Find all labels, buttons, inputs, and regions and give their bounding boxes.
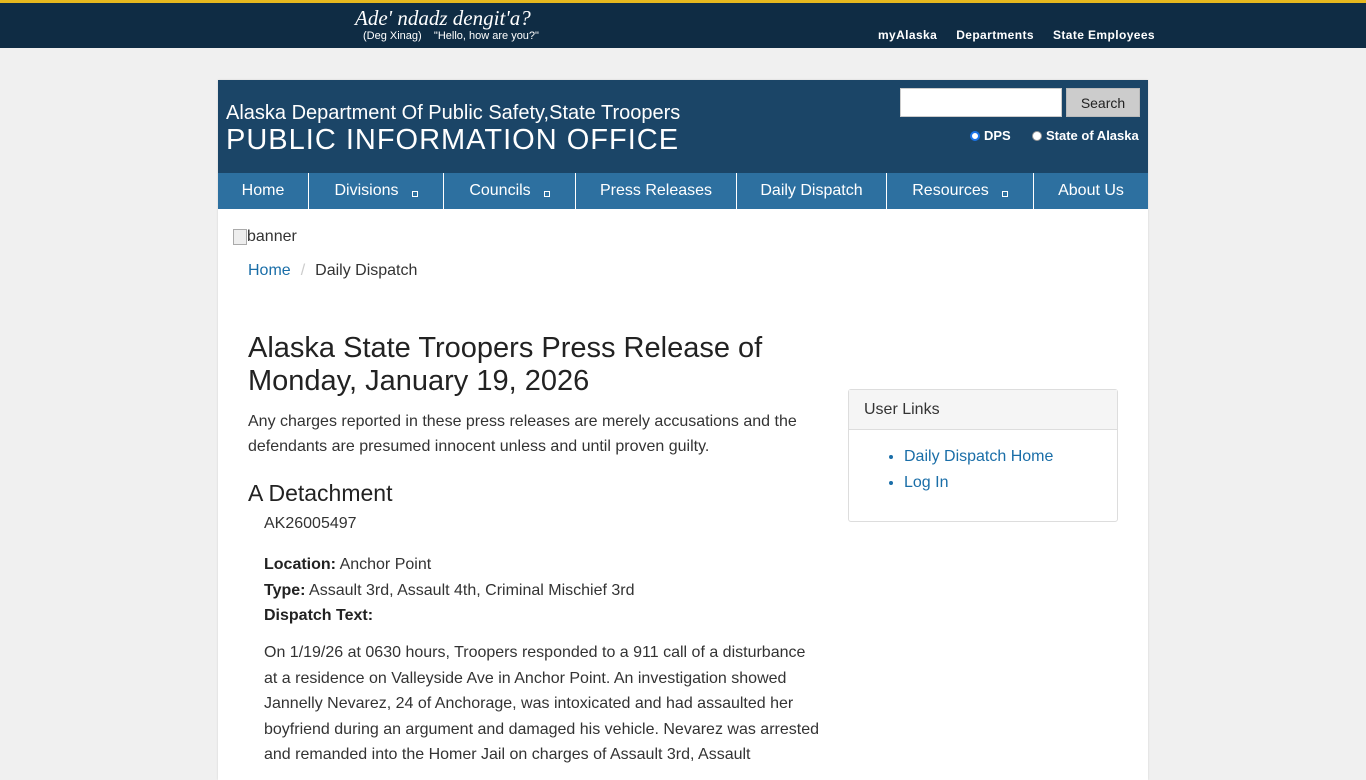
nav-press-releases[interactable]: Press Releases xyxy=(576,173,737,209)
nav-councils-label: Councils xyxy=(469,182,531,199)
list-item: Daily Dispatch Home xyxy=(904,444,1117,470)
nav-divisions[interactable]: Divisions xyxy=(309,173,444,209)
search-input[interactable] xyxy=(900,88,1062,117)
location-field: Location: Anchor Point xyxy=(264,556,431,574)
broken-image-icon xyxy=(233,229,247,245)
dispatch-text-label: Dispatch Text: xyxy=(264,607,374,624)
greeting-text: Ade' ndadz dengit'a? xyxy=(355,6,531,30)
nav-daily-dispatch-label: Daily Dispatch xyxy=(760,182,863,199)
nav-press-releases-label: Press Releases xyxy=(599,182,713,199)
department-name: Alaska Department Of Public Safety,State… xyxy=(226,102,681,124)
case-number: AK26005497 xyxy=(264,515,357,532)
nav-councils[interactable]: Councils xyxy=(444,173,576,209)
banner-alt-text: banner xyxy=(247,228,297,245)
breadcrumb: Home / Daily Dispatch xyxy=(248,262,417,280)
radio-state-of-alaska[interactable]: State of Alaska xyxy=(1032,128,1139,143)
nav-resources-label: Resources xyxy=(912,182,989,199)
breadcrumb-home[interactable]: Home xyxy=(248,262,291,280)
dropdown-icon xyxy=(1001,191,1008,197)
nav-resources[interactable]: Resources xyxy=(887,173,1034,209)
user-links-panel: User Links Daily Dispatch Home Log In xyxy=(848,389,1118,522)
state-employees-link[interactable]: State Employees xyxy=(1053,28,1155,42)
dropdown-icon xyxy=(543,191,550,197)
location-label: Location: xyxy=(264,556,336,573)
log-in-link[interactable]: Log In xyxy=(904,474,948,491)
main-nav: Home Divisions Councils Press Releases D… xyxy=(218,173,1148,209)
radio-state-label: State of Alaska xyxy=(1046,128,1139,143)
page-container: Alaska Department Of Public Safety,State… xyxy=(218,80,1148,780)
nav-divisions-label: Divisions xyxy=(334,182,399,199)
radio-dps-circle[interactable] xyxy=(970,130,980,141)
dispatch-text: On 1/19/26 at 0630 hours, Troopers respo… xyxy=(264,644,819,764)
nav-home-label: Home xyxy=(241,182,285,199)
nav-daily-dispatch[interactable]: Daily Dispatch xyxy=(737,173,887,209)
greeting: Ade' ndadz dengit'a? (Deg Xinag) "Hello,… xyxy=(355,6,539,42)
nav-about-us[interactable]: About Us xyxy=(1034,173,1148,209)
breadcrumb-current: Daily Dispatch xyxy=(315,262,418,279)
nav-about-us-label: About Us xyxy=(1058,182,1124,199)
office-name: PUBLIC INFORMATION OFFICE xyxy=(226,124,680,156)
type-label: Type: xyxy=(264,582,306,599)
list-item: Log In xyxy=(904,470,1117,496)
user-links-heading: User Links xyxy=(849,390,1117,430)
user-links-list: Daily Dispatch Home Log In xyxy=(849,444,1117,496)
detachment-heading: A Detachment xyxy=(248,480,393,506)
state-top-bar: Ade' ndadz dengit'a? (Deg Xinag) "Hello,… xyxy=(0,0,1366,48)
daily-dispatch-home-link[interactable]: Daily Dispatch Home xyxy=(904,448,1053,465)
dispatch-text-field: Dispatch Text: xyxy=(264,607,373,625)
site-header: Alaska Department Of Public Safety,State… xyxy=(218,80,1148,173)
greeting-translation: (Deg Xinag) "Hello, how are you?" xyxy=(363,30,539,42)
disclaimer: Any charges reported in these press rele… xyxy=(248,413,797,455)
page-title: Alaska State Troopers Press Release of M… xyxy=(248,332,763,397)
radio-state-circle[interactable] xyxy=(1032,130,1042,141)
breadcrumb-separator: / xyxy=(300,262,306,279)
nav-home[interactable]: Home xyxy=(218,173,309,209)
search-button[interactable]: Search xyxy=(1066,88,1140,117)
departments-link[interactable]: Departments xyxy=(956,28,1034,42)
type-field: Type: Assault 3rd, Assault 4th, Criminal… xyxy=(264,582,635,600)
banner-image: banner xyxy=(233,228,297,246)
state-links: myAlaska Departments State Employees xyxy=(878,28,1155,42)
myalaska-link[interactable]: myAlaska xyxy=(878,28,937,42)
type-value: Assault 3rd, Assault 4th, Criminal Misch… xyxy=(309,582,635,599)
dropdown-icon xyxy=(411,191,418,197)
location-value: Anchor Point xyxy=(339,556,432,573)
radio-dps[interactable]: DPS xyxy=(970,128,1011,143)
radio-dps-label: DPS xyxy=(984,128,1011,143)
